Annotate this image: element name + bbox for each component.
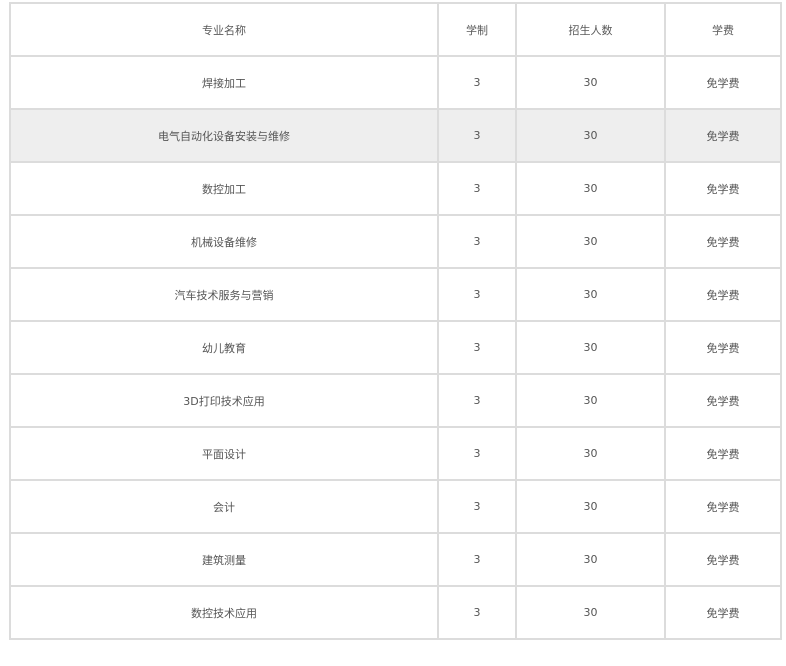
table-body: 焊接加工 3 30 免学费 电气自动化设备安装与维修 3 30 免学费 数控加工 3 30 免学费 机械… — [9, 55, 782, 640]
header-tuition: 学费 — [664, 2, 782, 57]
cell-enrollment: 30 — [515, 161, 666, 216]
table-row: 数控技术应用 3 30 免学费 — [9, 585, 782, 640]
header-program-name: 专业名称 — [9, 2, 439, 57]
table-row: 平面设计 3 30 免学费 — [9, 426, 782, 481]
cell-duration: 3 — [437, 214, 517, 269]
cell-enrollment: 30 — [515, 532, 666, 587]
header-duration: 学制 — [437, 2, 517, 57]
program-table: 专业名称 学制 招生人数 学费 焊接加工 3 30 免学费 电气自动化设备安装与维修 3 3… — [9, 2, 782, 640]
cell-tuition: 免学费 — [664, 267, 782, 322]
cell-program-name: 幼儿教育 — [9, 320, 439, 375]
cell-tuition: 免学费 — [664, 108, 782, 163]
cell-program-name: 会计 — [9, 479, 439, 534]
table-row: 数控加工 3 30 免学费 — [9, 161, 782, 216]
cell-tuition: 免学费 — [664, 161, 782, 216]
table-row: 建筑测量 3 30 免学费 — [9, 532, 782, 587]
table-header: 专业名称 学制 招生人数 学费 — [9, 2, 782, 57]
cell-duration: 3 — [437, 373, 517, 428]
table-row: 电气自动化设备安装与维修 3 30 免学费 — [9, 108, 782, 163]
table-row: 会计 3 30 免学费 — [9, 479, 782, 534]
cell-duration: 3 — [437, 161, 517, 216]
cell-program-name: 数控技术应用 — [9, 585, 439, 640]
cell-duration: 3 — [437, 55, 517, 110]
cell-enrollment: 30 — [515, 373, 666, 428]
cell-tuition: 免学费 — [664, 373, 782, 428]
cell-program-name: 数控加工 — [9, 161, 439, 216]
cell-duration: 3 — [437, 479, 517, 534]
cell-enrollment: 30 — [515, 267, 666, 322]
cell-duration: 3 — [437, 426, 517, 481]
cell-enrollment: 30 — [515, 108, 666, 163]
cell-program-name: 焊接加工 — [9, 55, 439, 110]
cell-tuition: 免学费 — [664, 479, 782, 534]
cell-enrollment: 30 — [515, 55, 666, 110]
cell-tuition: 免学费 — [664, 320, 782, 375]
cell-program-name: 电气自动化设备安装与维修 — [9, 108, 439, 163]
cell-program-name: 建筑测量 — [9, 532, 439, 587]
cell-program-name: 机械设备维修 — [9, 214, 439, 269]
cell-enrollment: 30 — [515, 585, 666, 640]
table-row: 幼儿教育 3 30 免学费 — [9, 320, 782, 375]
table-row: 3D打印技术应用 3 30 免学费 — [9, 373, 782, 428]
cell-tuition: 免学费 — [664, 532, 782, 587]
table-row: 机械设备维修 3 30 免学费 — [9, 214, 782, 269]
table-row: 焊接加工 3 30 免学费 — [9, 55, 782, 110]
cell-enrollment: 30 — [515, 426, 666, 481]
cell-tuition: 免学费 — [664, 426, 782, 481]
cell-program-name: 3D打印技术应用 — [9, 373, 439, 428]
cell-duration: 3 — [437, 532, 517, 587]
cell-duration: 3 — [437, 108, 517, 163]
cell-enrollment: 30 — [515, 320, 666, 375]
program-table-container: 专业名称 学制 招生人数 学费 焊接加工 3 30 免学费 电气自动化设备安装与维修 3 3… — [9, 2, 782, 640]
cell-program-name: 平面设计 — [9, 426, 439, 481]
cell-program-name: 汽车技术服务与营销 — [9, 267, 439, 322]
cell-enrollment: 30 — [515, 214, 666, 269]
cell-duration: 3 — [437, 585, 517, 640]
cell-tuition: 免学费 — [664, 214, 782, 269]
cell-duration: 3 — [437, 267, 517, 322]
cell-tuition: 免学费 — [664, 585, 782, 640]
cell-tuition: 免学费 — [664, 55, 782, 110]
header-enrollment: 招生人数 — [515, 2, 666, 57]
table-row: 汽车技术服务与营销 3 30 免学费 — [9, 267, 782, 322]
cell-duration: 3 — [437, 320, 517, 375]
cell-enrollment: 30 — [515, 479, 666, 534]
header-row: 专业名称 学制 招生人数 学费 — [9, 2, 782, 57]
